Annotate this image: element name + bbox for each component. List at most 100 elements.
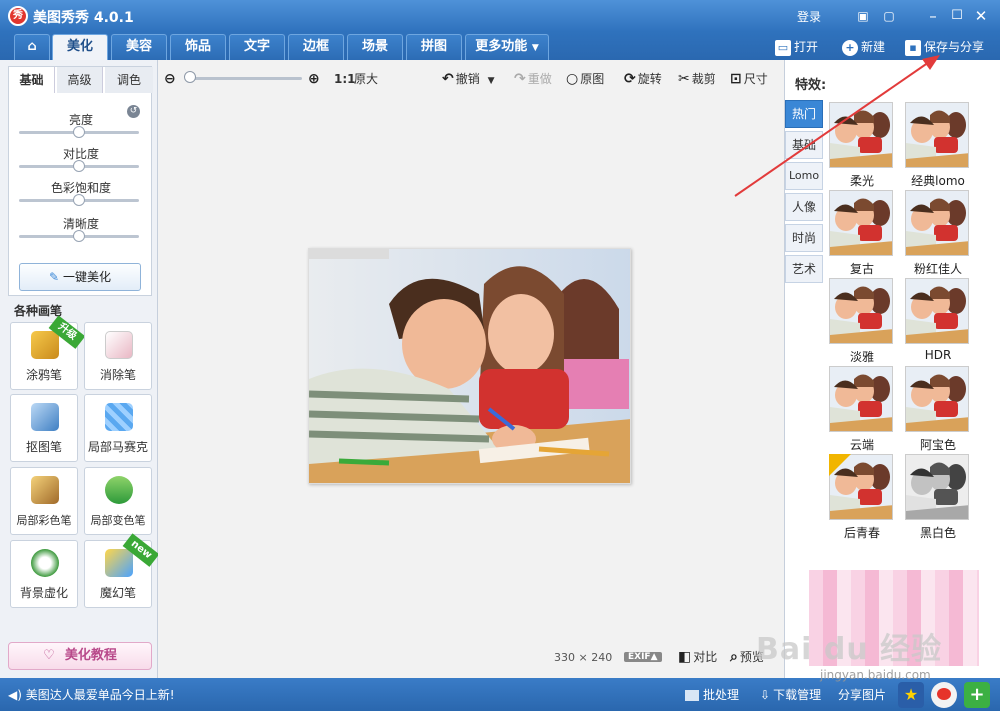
effect-label: HDR [924,348,952,362]
blur-icon [31,549,59,577]
crop-button[interactable]: ✂ 裁剪 [678,70,716,88]
effect-category-lomo[interactable]: Lomo [785,162,823,190]
open-button[interactable]: ▭ 打开 [775,38,818,56]
ratio-button[interactable]: 1:1 [334,70,356,88]
effect-thumbnail [905,454,969,520]
tab-text[interactable]: 文字 [229,34,285,60]
brightness-slider[interactable] [19,126,139,138]
tutorial-label: 美化教程 [64,648,117,663]
pen-mosaic[interactable]: 局部马赛克 [84,394,152,462]
share-image-button[interactable]: 分享图片 [838,686,886,703]
contrast-knob[interactable] [73,160,85,172]
canvas-area: ⊖ ⊕ 1:1 原大 ↶ 撤销 ▼ ↷ 重做 ○ 原图 ⟳ 旋转 ✂ 裁剪 ⊡ 尺寸 [158,60,784,678]
tab-more[interactable]: 更多功能 ▼ [465,34,549,60]
sharpness-knob[interactable] [73,230,85,242]
pen-magic[interactable]: new 魔幻笔 [84,533,160,608]
effect-category-art[interactable]: 艺术 [785,255,823,283]
scissors-icon: ✂ [678,71,690,87]
preview-icon: ⌕ [730,649,738,665]
effect-item[interactable]: HDR [905,278,971,366]
undo-dropdown-icon[interactable]: ▼ [488,76,495,86]
subtab-basic[interactable]: 基础 [9,67,55,93]
zoom-slider[interactable] [188,77,302,80]
effect-category-portrait[interactable]: 人像 [785,193,823,221]
saturation-knob[interactable] [73,194,85,206]
zoom-knob[interactable] [184,71,196,83]
save-share-button[interactable]: ▪ 保存与分享 [905,38,984,56]
redo-button[interactable]: ↷ 重做 [514,70,552,88]
effect-category-basic[interactable]: 基础 [785,131,823,159]
compare-button[interactable]: ◧ 对比 [678,648,717,666]
effect-category-hot[interactable]: 热门 [785,100,823,128]
original-image-button[interactable]: ○ 原图 [566,70,604,88]
weibo-icon[interactable] [931,682,957,708]
undo-icon: ↶ [442,71,454,87]
maximize-icon[interactable]: ☐ [946,5,968,27]
download-manager-button[interactable]: ⇩ 下载管理 [760,686,821,703]
effect-item[interactable]: 粉红佳人 [905,190,971,278]
batch-label: 批处理 [703,688,740,702]
one-click-beautify-button[interactable]: ✎ 一键美化 [19,263,141,291]
tab-collage[interactable]: 拼图 [406,34,462,60]
tab-scene[interactable]: 场景 [347,34,403,60]
exif-button[interactable]: EXIF▲ [624,652,662,662]
pen-magic-label: 魔幻笔 [99,586,136,600]
brush-icon [31,331,59,359]
minimize-icon[interactable]: – [922,5,944,27]
effect-category-fashion[interactable]: 时尚 [785,224,823,252]
chevron-down-icon: ▼ [531,43,539,53]
tab-beautify[interactable]: 美化 [52,34,108,60]
pen-background-blur[interactable]: 背景虚化 [10,540,78,608]
contrast-slider[interactable] [19,160,139,172]
effect-item[interactable]: 黑白色 [905,454,971,542]
effect-thumbnail [829,366,893,432]
pen-cutout[interactable]: 抠图笔 [10,394,78,462]
skin-icon[interactable]: ▢ [878,5,900,27]
pen-local-color[interactable]: 局部彩色笔 [10,467,78,535]
effect-item[interactable]: 云端 [829,366,895,454]
subtab-color[interactable]: 调色 [105,67,153,93]
close-icon[interactable]: ✕ [970,5,992,27]
effect-thumbnail [905,190,969,256]
login-link[interactable]: 登录 [797,8,821,25]
tab-beauty[interactable]: 美容 [111,34,167,60]
circle-icon: ○ [566,71,579,87]
star-icon[interactable]: ★ [898,682,924,708]
tutorial-button[interactable]: ♡ 美化教程 [8,642,152,670]
effect-item[interactable]: 后青春 [829,454,895,542]
news-ticker[interactable]: ◀) 美图达人最爱单品今日上新! [8,686,175,703]
effect-item[interactable]: 经典lomo [905,102,971,190]
resize-button[interactable]: ⊡ 尺寸 [730,70,768,88]
batch-button[interactable]: 批处理 [685,686,739,703]
batch-icon [685,690,699,701]
saturation-slider[interactable] [19,194,139,206]
home-tab[interactable]: ⌂ [14,34,50,60]
save-icon: ▪ [905,39,921,56]
effect-item[interactable]: 阿宝色 [905,366,971,454]
pen-color-change[interactable]: 局部变色笔 [84,467,152,535]
add-icon[interactable]: + [964,682,990,708]
tab-accessories[interactable]: 饰品 [170,34,226,60]
left-panel: 基础 高级 调色 ↺ 亮度 对比度 色彩饱和度 清晰度 ✎ 一键美化 各种画笔 升… [0,60,160,678]
new-button[interactable]: + 新建 [842,38,885,56]
effect-label: 柔光 [849,174,874,188]
zoom-in-icon[interactable]: ⊕ [308,70,322,88]
effect-label: 经典lomo [911,174,965,188]
message-icon[interactable]: ▣ [852,5,874,27]
pen-doodle[interactable]: 升级 涂鸦笔 [10,315,86,390]
edited-photo[interactable] [308,248,631,484]
pen-eraser[interactable]: 消除笔 [84,322,152,390]
brightness-knob[interactable] [73,126,85,138]
effect-item[interactable]: 复古 [829,190,895,278]
pen-color-change-label: 局部变色笔 [90,514,146,527]
sharpness-slider[interactable] [19,230,139,242]
effect-item[interactable]: 淡雅 [829,278,895,366]
tab-border[interactable]: 边框 [288,34,344,60]
rotate-button[interactable]: ⟳ 旋转 [624,70,662,88]
effect-item[interactable]: 柔光 [829,102,895,190]
undo-button[interactable]: ↶ 撤销 ▼ [442,70,495,88]
subtab-advanced[interactable]: 高级 [57,67,103,93]
original-size-button[interactable]: 原大 [354,70,378,88]
zoom-out-icon[interactable]: ⊖ [164,70,178,88]
effects-panel: 特效: 热门 基础 Lomo 人像 时尚 艺术 柔光 经典lomo 复古 粉红佳人 淡雅… [784,60,1000,678]
